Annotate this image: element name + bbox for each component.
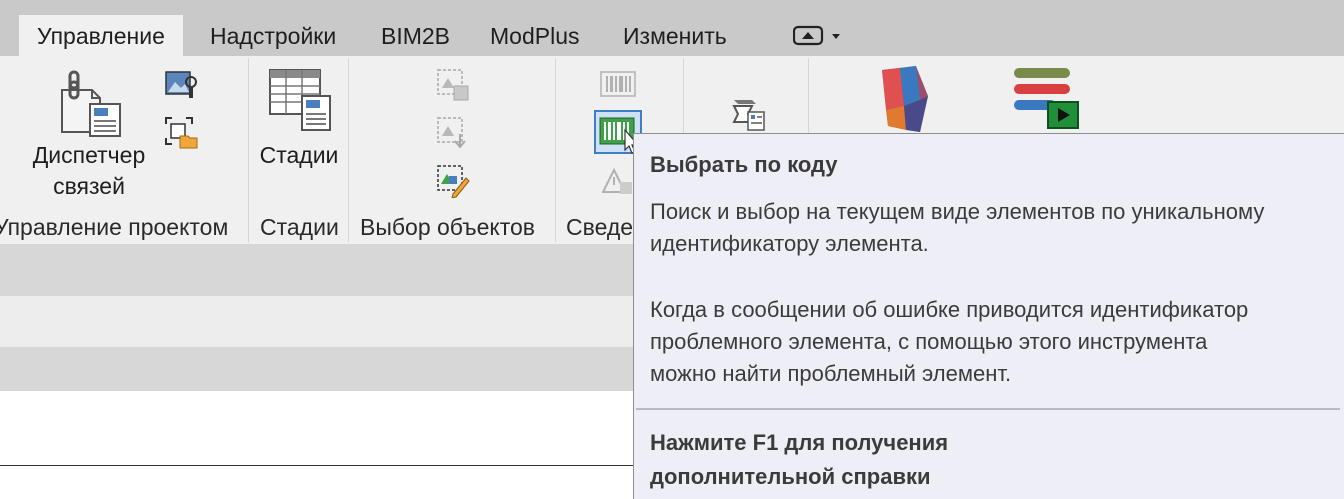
tooltip-help-line-1: Нажмите F1 для получения [650, 430, 949, 455]
tooltip-description-2: идентификатору элемента. [650, 231, 929, 256]
ribbon-minimize-toggle-icon[interactable] [792, 24, 843, 48]
manage-links-icon[interactable] [54, 68, 124, 145]
tab-modify[interactable]: Изменить [605, 15, 745, 56]
edit-selection-icon[interactable] [436, 164, 470, 203]
tooltip-details-2: проблемного элемента, с помощью этого ин… [650, 329, 1208, 354]
tooltip-help-line-2: дополнительной справки [650, 464, 931, 489]
ribbon-tab-bar: Управление Надстройки BIM2B ModPlus Изме… [0, 0, 1344, 56]
panel-selection: Выбор объектов [360, 214, 535, 240]
panel-project-management: Управление проектом [0, 214, 229, 240]
manage-images-icon[interactable] [164, 116, 198, 155]
warnings-icon[interactable] [601, 167, 634, 201]
panel-divider [555, 58, 556, 242]
tab-modplus[interactable]: ModPlus [472, 15, 597, 56]
panel-phases: Стадии [260, 214, 339, 240]
save-selection-icon[interactable] [436, 68, 470, 107]
manage-links-label-1[interactable]: Диспетчер [28, 142, 150, 169]
load-selection-icon[interactable] [436, 116, 470, 155]
tooltip-help-hint: Нажмите F1 для получения дополнительной … [650, 426, 948, 494]
divider-line [0, 465, 640, 466]
panel-inquiry: Сведе [566, 214, 634, 240]
tooltip-title: Выбрать по коду [650, 152, 838, 177]
decal-types-icon[interactable] [164, 68, 198, 105]
tooltip-details-3: можно найти проблемный элемент. [650, 361, 1012, 386]
tab-manage[interactable]: Управление [19, 15, 183, 56]
tooltip-separator [636, 408, 1340, 410]
dynamo-icon[interactable] [876, 66, 934, 141]
manage-links-label-2[interactable]: связей [28, 173, 150, 200]
tab-bim2b[interactable]: BIM2B [363, 15, 468, 56]
ids-of-selection-icon[interactable] [600, 70, 636, 103]
panel-divider [248, 58, 249, 242]
tooltip-description-1: Поиск и выбор на текущем виде элементов … [650, 199, 1265, 224]
phases-button-label[interactable]: Стадии [255, 142, 343, 169]
tooltip-select-by-id: Выбрать по коду Поиск и выбор на текущем… [633, 133, 1344, 499]
dynamo-player-icon[interactable] [1012, 66, 1082, 137]
tooltip-details-1: Когда в сообщении об ошибке приводится и… [650, 297, 1249, 322]
phases-icon[interactable] [268, 68, 334, 139]
tab-addins[interactable]: Надстройки [192, 15, 354, 56]
panel-divider [348, 58, 349, 242]
macro-manager-icon[interactable] [728, 96, 768, 137]
